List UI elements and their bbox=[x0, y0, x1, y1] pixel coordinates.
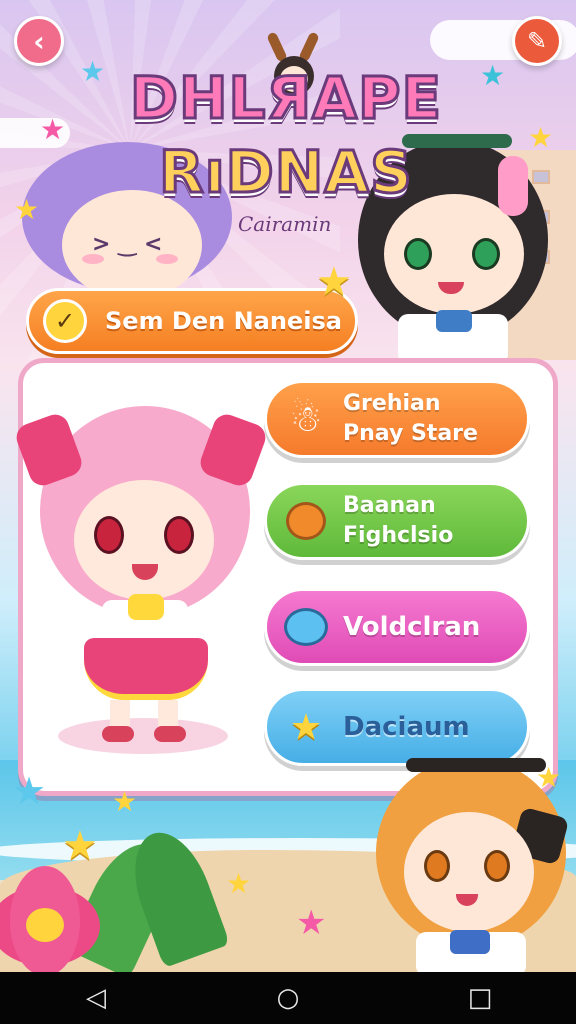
mode-label: Sem Den Naneisa bbox=[105, 307, 342, 335]
star-icon: ★ bbox=[12, 769, 47, 813]
menu-button-2-label-line1: Baanan bbox=[343, 493, 436, 518]
menu-button-3[interactable]: Voldclran bbox=[264, 588, 530, 666]
menu-button-1-label-line1: Grehian bbox=[343, 391, 441, 416]
star-icon: ★ bbox=[226, 867, 252, 900]
star-icon: ★ bbox=[14, 193, 40, 226]
ghost-icon: ☃ bbox=[289, 398, 323, 440]
star-icon: ★ bbox=[480, 59, 506, 92]
star-icon: ★ bbox=[316, 259, 352, 305]
pink-hair-character bbox=[12, 388, 270, 768]
star-icon: ★ bbox=[112, 785, 138, 818]
edit-button[interactable]: ✎ bbox=[512, 16, 562, 66]
game-logo: DHLЯAPE RıDNAS Cairamin bbox=[106, 31, 466, 250]
star-icon: ★ bbox=[536, 761, 562, 794]
star-icon: ★ bbox=[62, 823, 98, 869]
star-icon: ★ bbox=[40, 113, 66, 146]
pencil-icon: ✎ bbox=[526, 27, 548, 55]
menu-button-1[interactable]: ☃ Grehian Pnay Stare bbox=[264, 380, 530, 458]
star-icon: ★ bbox=[296, 903, 327, 943]
blue-creature-icon bbox=[279, 600, 333, 654]
nav-back-icon[interactable]: ◁ bbox=[66, 983, 126, 1013]
check-icon: ✓ bbox=[43, 299, 87, 343]
logo-title-line1: DHLЯAPE bbox=[128, 63, 443, 134]
star-icon: ★ bbox=[80, 55, 106, 88]
back-button[interactable]: ‹ bbox=[14, 16, 64, 66]
flower bbox=[0, 866, 100, 972]
chevron-left-icon: ‹ bbox=[33, 24, 45, 58]
bear-icon bbox=[279, 494, 333, 548]
star-icon: ★ bbox=[289, 706, 323, 748]
mode-select-banner[interactable]: ✓ Sem Den Naneisa bbox=[26, 288, 358, 354]
menu-button-1-label-line2: Pnay Stare bbox=[343, 421, 478, 446]
menu-button-2-label-line2: Fighclsio bbox=[343, 523, 454, 548]
game-screen: > ‿ < DHLЯAPE RıDNAS Cairamin ‹ ✎ ✓ Sem … bbox=[0, 0, 576, 972]
menu-button-2[interactable]: Baanan Fighclsio bbox=[264, 482, 530, 560]
logo-subtitle: Cairamin bbox=[238, 212, 332, 236]
palm-leaves bbox=[65, 821, 231, 972]
system-navigation-bar: ◁ ○ □ bbox=[0, 972, 576, 1024]
nav-home-icon[interactable]: ○ bbox=[258, 983, 318, 1013]
menu-button-3-label: Voldclran bbox=[343, 612, 481, 642]
star-icon: ★ bbox=[528, 121, 554, 154]
logo-title-line2: RıDNAS bbox=[158, 137, 414, 208]
nav-recents-icon[interactable]: □ bbox=[450, 983, 510, 1013]
menu-button-4-label: Daciaum bbox=[343, 712, 470, 742]
